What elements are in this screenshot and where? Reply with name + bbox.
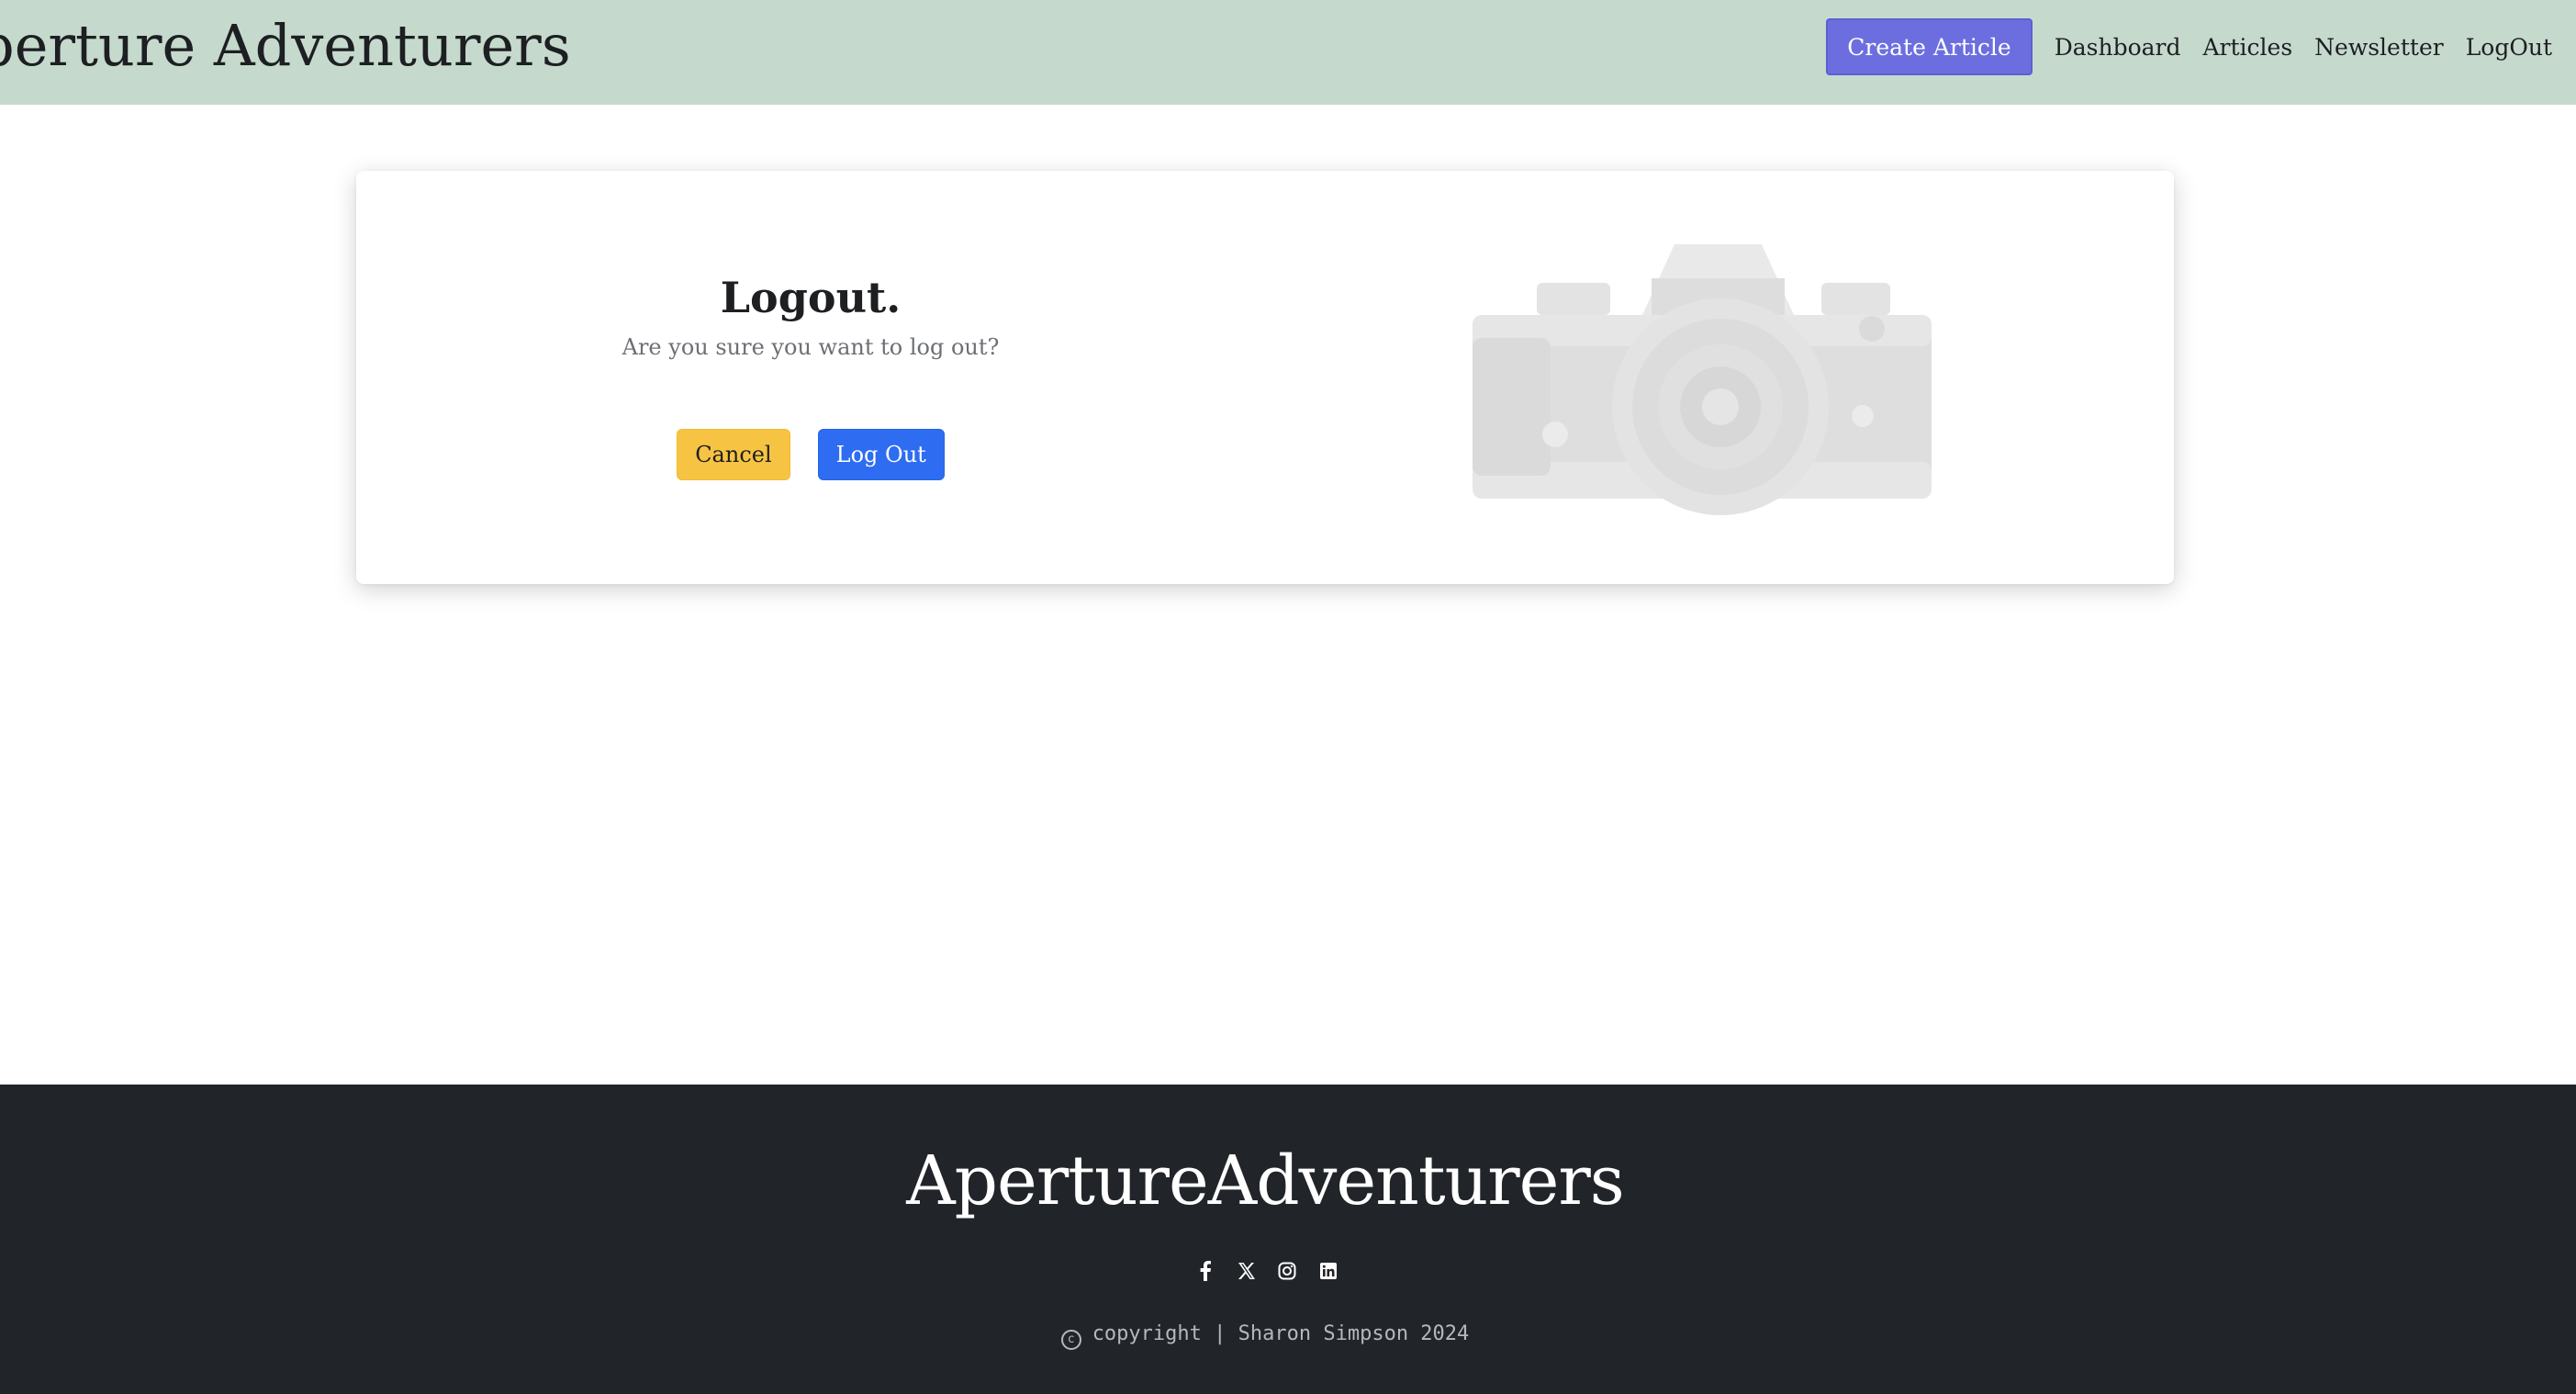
camera-image: [1454, 228, 1950, 549]
social-links: [1193, 1256, 1340, 1286]
logout-form: Logout. Are you sure you want to log out…: [356, 171, 1265, 584]
button-row: Cancel Log Out: [356, 429, 1265, 480]
page-title: Logout.: [720, 273, 902, 322]
x-twitter-icon[interactable]: [1235, 1259, 1259, 1283]
cancel-button[interactable]: Cancel: [677, 429, 790, 480]
nav-link-articles[interactable]: Articles: [2202, 34, 2292, 61]
instagram-icon[interactable]: [1275, 1259, 1299, 1283]
footer-brand: ApertureAdventurers: [906, 1141, 1625, 1220]
brand-logo[interactable]: perture Adventurers: [0, 7, 571, 84]
facebook-icon[interactable]: [1193, 1259, 1217, 1283]
navbar: perture Adventurers Create Article Dashb…: [0, 0, 2576, 105]
nav-link-newsletter[interactable]: Newsletter: [2314, 34, 2444, 61]
nav-menu: Create Article Dashboard Articles Newsle…: [1826, 17, 2563, 76]
logout-button[interactable]: Log Out: [817, 429, 945, 480]
footer: ApertureAdventurers c copyright | Sharon…: [0, 1085, 2576, 1394]
logout-heading-group: Logout. Are you sure you want to log out…: [356, 270, 1265, 360]
logout-card: Logout. Are you sure you want to log out…: [356, 171, 2174, 584]
copyright-label: copyright | Sharon Simpson 2024: [1092, 1322, 1470, 1345]
copyright-icon: c: [1060, 1330, 1081, 1350]
create-article-button[interactable]: Create Article: [1826, 18, 2033, 75]
camera-illustration: [1473, 244, 1932, 515]
nav-link-dashboard[interactable]: Dashboard: [2055, 34, 2181, 61]
nav-link-logout[interactable]: LogOut: [2466, 34, 2552, 61]
linkedin-icon[interactable]: [1316, 1259, 1340, 1283]
copyright-text: c copyright | Sharon Simpson 2024: [0, 1322, 2530, 1350]
logout-confirmation-text: Are you sure you want to log out?: [622, 334, 1000, 360]
